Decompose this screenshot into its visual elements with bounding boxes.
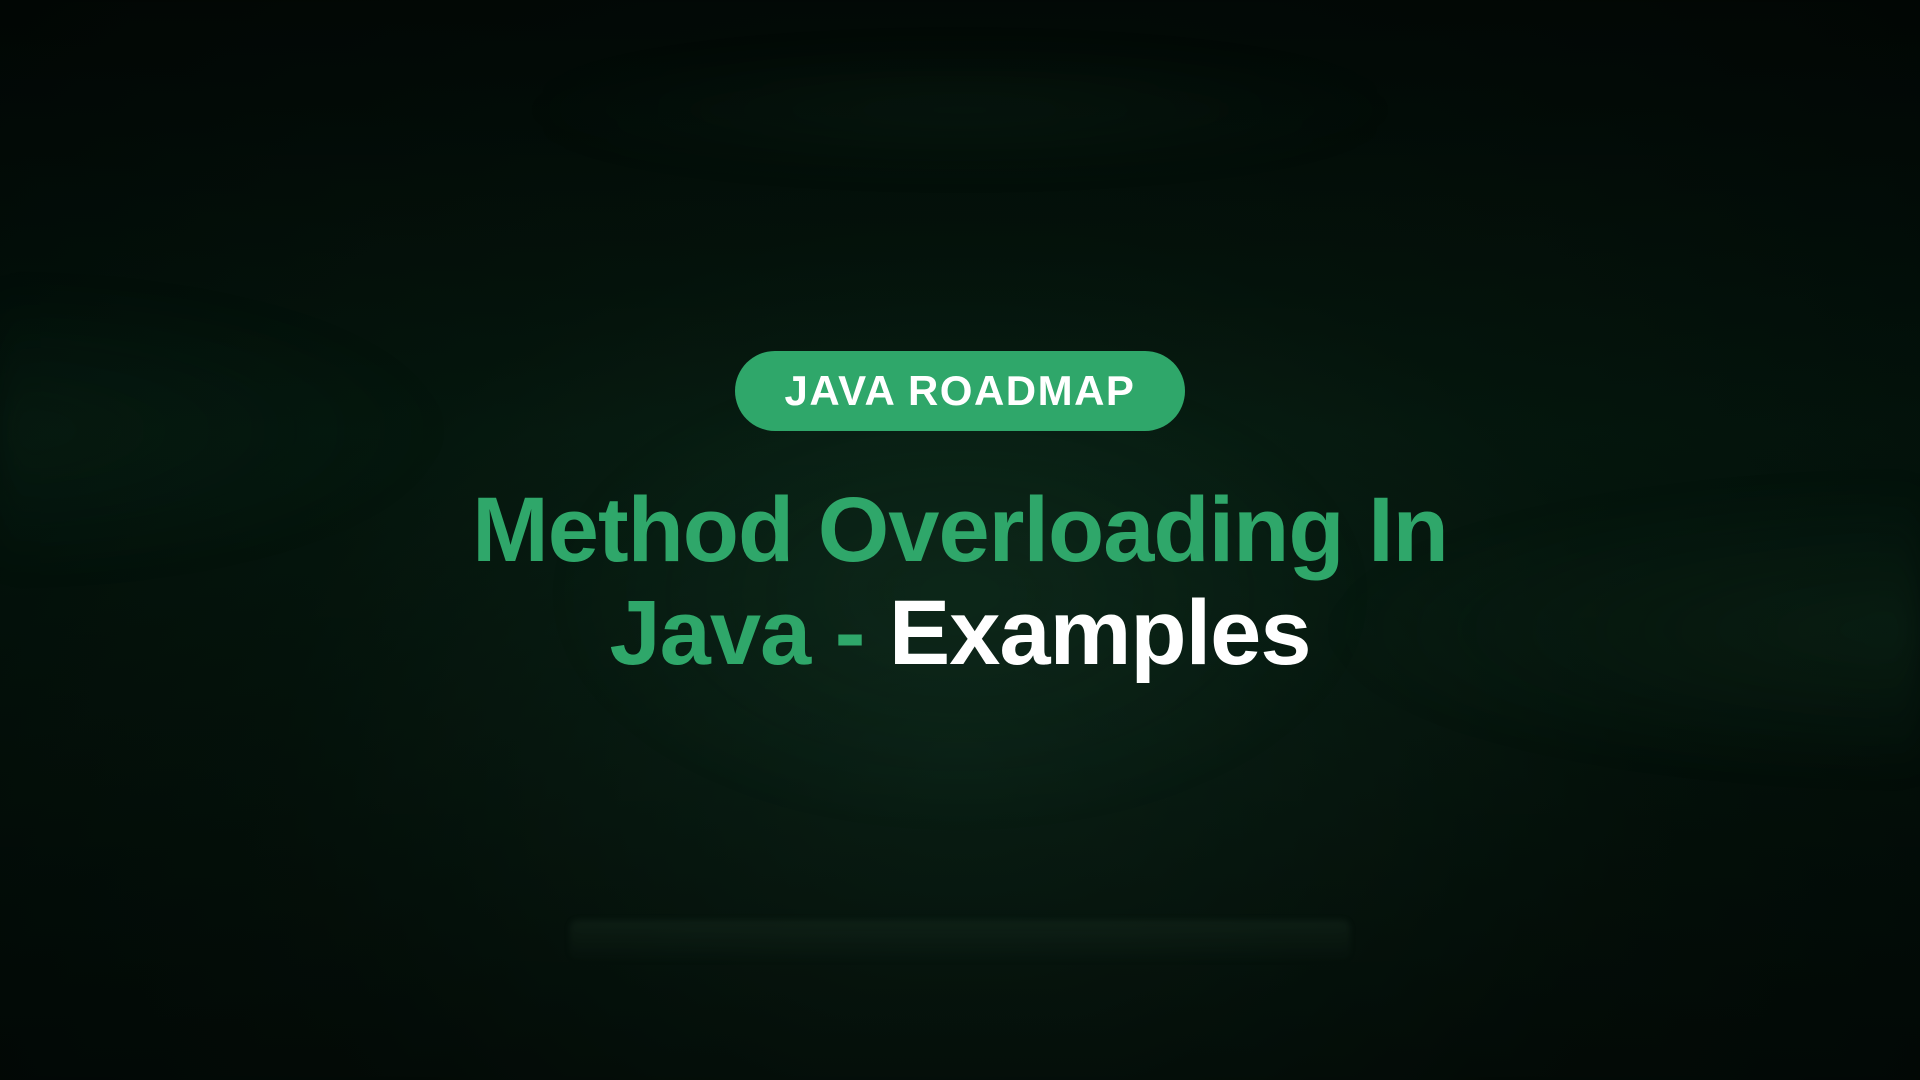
title-line2-part1: Java - [609, 582, 888, 684]
title-line2-part2: Examples [889, 582, 1311, 684]
laptop-base-hint [570, 920, 1350, 960]
top-light-blur [510, 50, 1410, 170]
category-badge: JAVA ROADMAP [735, 351, 1186, 431]
main-title: Method Overloading In Java - Examples [0, 479, 1920, 685]
title-line1: Method Overloading In [472, 479, 1448, 581]
content-container: JAVA ROADMAP Method Overloading In Java … [0, 351, 1920, 685]
